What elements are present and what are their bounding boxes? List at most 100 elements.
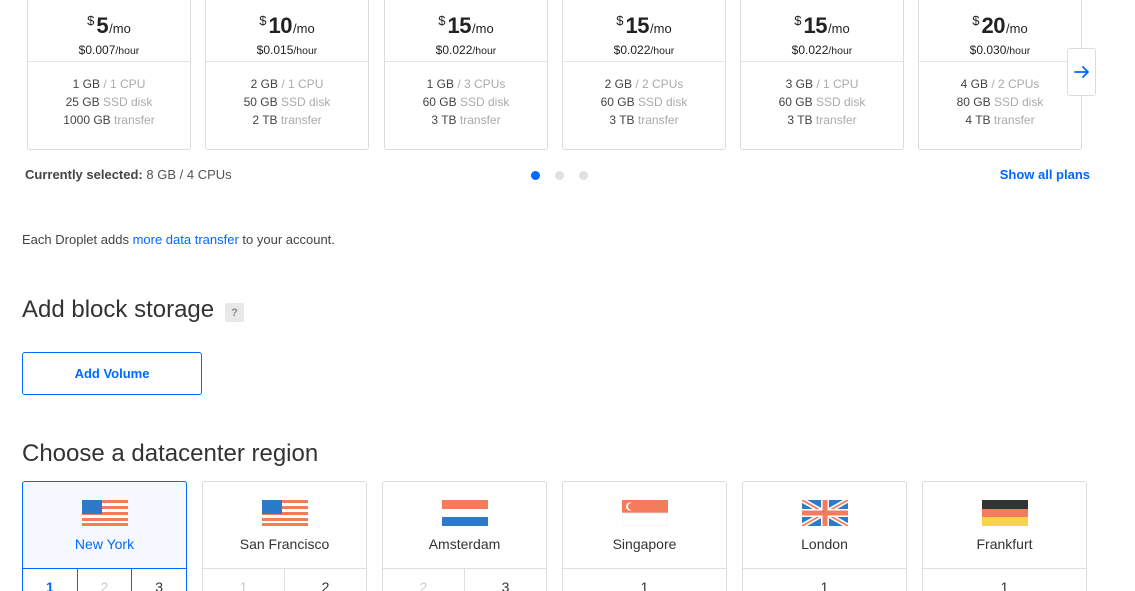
region-name: Singapore: [612, 536, 677, 552]
de-flag-icon: [982, 500, 1028, 526]
spec-memory: 3 GB: [785, 77, 813, 91]
currency: $: [972, 13, 980, 28]
price-period: /mo: [293, 21, 315, 36]
price-period: /mo: [650, 21, 672, 36]
datacenter-option: 2: [78, 569, 133, 591]
spec-memory: 1 GB: [426, 77, 454, 91]
sg-flag-icon: [622, 500, 668, 526]
nl-flag-icon: [442, 500, 488, 526]
plan-specs: 3 GB / 1 CPU 60 GB SSD disk 3 TB transfe…: [741, 62, 903, 129]
page-dot-1[interactable]: [531, 171, 540, 180]
selection-label: Currently selected:: [25, 167, 143, 182]
page-dot-2[interactable]: [555, 171, 564, 180]
datacenter-option: 2: [383, 569, 465, 591]
spec-transfer: 1000 GB: [63, 113, 111, 127]
add-volume-button[interactable]: Add Volume: [22, 352, 202, 395]
show-all-plans-link[interactable]: Show all plans: [1000, 167, 1090, 182]
datacenter-option[interactable]: 1: [743, 569, 906, 591]
hourly-unit: /hour: [293, 45, 318, 57]
region-name: San Francisco: [239, 536, 330, 552]
spec-cpu: / 2 CPUs: [991, 77, 1040, 91]
plan-card[interactable]: $15/mo $0.022/hour 3 GB / 1 CPU 60 GB SS…: [740, 0, 904, 150]
spec-transfer-label: transfer: [280, 113, 322, 127]
price-amount: 15: [625, 13, 650, 38]
uk-flag-icon: [802, 500, 848, 526]
spec-transfer: 4 TB: [965, 113, 991, 127]
spec-disk: 25 GB: [65, 95, 100, 109]
currency: $: [616, 13, 624, 28]
region-amsterdam[interactable]: Amsterdam 2 3: [382, 481, 547, 591]
region-san-francisco[interactable]: San Francisco 1 2: [202, 481, 367, 591]
region-london[interactable]: London 1: [742, 481, 907, 591]
spec-transfer: 3 TB: [787, 113, 813, 127]
spec-disk: 60 GB: [778, 95, 813, 109]
droplet-transfer-note: Each Droplet adds more data transfer to …: [22, 232, 335, 247]
spec-transfer: 3 TB: [609, 113, 635, 127]
datacenter-option[interactable]: 1: [563, 569, 726, 591]
plan-card[interactable]: $15/mo $0.022/hour 1 GB / 3 CPUs 60 GB S…: [384, 0, 548, 150]
datacenter-option[interactable]: 1: [23, 569, 78, 591]
plan-card[interactable]: $15/mo $0.022/hour 2 GB / 2 CPUs 60 GB S…: [562, 0, 726, 150]
note-prefix: Each Droplet adds: [22, 232, 133, 247]
datacenter-numbers: 2 3: [383, 568, 546, 591]
hourly-price: $0.022: [791, 43, 829, 57]
plan-card[interactable]: $5/mo $0.007/hour 1 GB / 1 CPU 25 GB SSD…: [27, 0, 191, 150]
currency: $: [259, 13, 267, 28]
spec-transfer-label: transfer: [993, 113, 1035, 127]
datacenter-title: Choose a datacenter region: [22, 440, 319, 467]
help-icon[interactable]: ?: [225, 303, 244, 322]
price-amount: 15: [447, 13, 472, 38]
spec-memory: 4 GB: [960, 77, 988, 91]
region-new-york[interactable]: New York 1 2 3: [22, 481, 187, 591]
spec-transfer-label: transfer: [815, 113, 857, 127]
datacenter-option: 1: [203, 569, 285, 591]
plan-price: $5/mo $0.007/hour: [28, 0, 190, 62]
spec-transfer-label: transfer: [114, 113, 155, 127]
spec-disk: 60 GB: [422, 95, 457, 109]
spec-cpu: / 1 CPU: [281, 77, 324, 91]
datacenter-numbers: 1: [743, 568, 906, 591]
spec-memory: 1 GB: [72, 77, 100, 91]
currency: $: [87, 13, 95, 28]
price-period: /mo: [1006, 21, 1028, 36]
plan-specs: 1 GB / 1 CPU 25 GB SSD disk 1000 GB tran…: [28, 62, 190, 129]
spec-disk-label: SSD disk: [638, 95, 688, 109]
data-transfer-link[interactable]: more data transfer: [133, 232, 239, 247]
price-period: /mo: [472, 21, 494, 36]
datacenter-option[interactable]: 3: [132, 569, 186, 591]
datacenter-option[interactable]: 1: [923, 569, 1086, 591]
plan-card[interactable]: $20/mo $0.030/hour 4 GB / 2 CPUs 80 GB S…: [918, 0, 1082, 150]
region-singapore[interactable]: Singapore 1: [562, 481, 727, 591]
spec-cpu: / 3 CPUs: [457, 77, 506, 91]
region-name: Amsterdam: [428, 536, 501, 552]
spec-disk-label: SSD disk: [816, 95, 866, 109]
region-frankfurt[interactable]: Frankfurt 1: [922, 481, 1087, 591]
price-period: /mo: [828, 21, 850, 36]
plan-price: $15/mo $0.022/hour: [563, 0, 725, 62]
price-amount: 10: [268, 13, 293, 38]
plan-card[interactable]: $10/mo $0.015/hour 2 GB / 1 CPU 50 GB SS…: [205, 0, 369, 150]
spec-transfer-label: transfer: [637, 113, 679, 127]
datacenter-numbers: 1 2: [203, 568, 366, 591]
price-amount: 20: [981, 13, 1006, 38]
datacenter-option[interactable]: 2: [285, 569, 366, 591]
plan-specs: 2 GB / 2 CPUs 60 GB SSD disk 3 TB transf…: [563, 62, 725, 129]
price-amount: 15: [803, 13, 828, 38]
datacenter-option[interactable]: 3: [465, 569, 546, 591]
plan-price: $15/mo $0.022/hour: [741, 0, 903, 62]
spec-transfer-label: transfer: [459, 113, 501, 127]
hourly-price: $0.007: [78, 43, 116, 57]
page-dot-3[interactable]: [579, 171, 588, 180]
spec-disk-label: SSD disk: [460, 95, 510, 109]
plan-price: $15/mo $0.022/hour: [385, 0, 547, 62]
next-plans-button[interactable]: [1067, 48, 1096, 96]
hourly-price: $0.015: [256, 43, 294, 57]
spec-disk-label: SSD disk: [994, 95, 1044, 109]
spec-disk-label: SSD disk: [281, 95, 331, 109]
hourly-unit: /hour: [1006, 45, 1031, 57]
us-flag-icon: [82, 500, 128, 526]
datacenter-numbers: 1: [923, 568, 1086, 591]
hourly-price: $0.030: [969, 43, 1007, 57]
price-period: /mo: [109, 21, 131, 36]
plan-price: $10/mo $0.015/hour: [206, 0, 368, 62]
